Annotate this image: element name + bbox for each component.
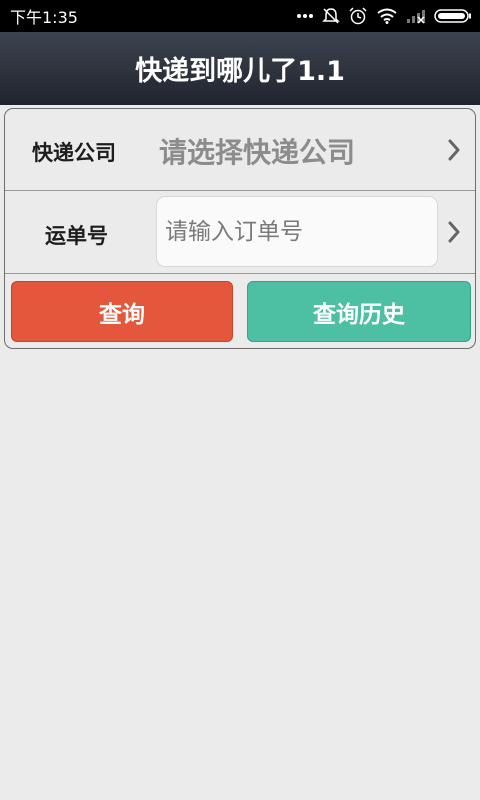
order-number-row: 运单号 [5,191,475,274]
signal-icon [406,8,426,24]
company-label: 快递公司 [32,141,116,165]
chevron-right-icon[interactable] [443,217,465,247]
alarm-icon [348,7,368,25]
notifications-off-icon [322,7,340,25]
order-number-label: 运单号 [45,224,108,248]
status-time: 下午1:35 [10,8,78,27]
battery-icon [434,8,472,24]
wifi-icon [376,8,398,24]
title-bar: 快递到哪儿了1.1 [0,32,480,105]
query-button[interactable]: 查询 [11,281,233,342]
status-icons [296,7,472,25]
query-history-button[interactable]: 查询历史 [247,281,471,342]
page-title: 快递到哪儿了1.1 [135,56,345,87]
company-select-row[interactable]: 快递公司 请选择快递公司 [5,109,475,191]
chevron-right-icon[interactable] [443,135,465,165]
status-bar: 下午1:35 [0,0,480,32]
query-form-card: 快递公司 请选择快递公司 运单号 查询 查询历史 [4,108,476,349]
company-select-value[interactable]: 请选择快递公司 [159,131,355,171]
more-dots-icon [296,13,314,19]
order-number-input[interactable] [156,196,438,267]
query-history-button-label: 查询历史 [313,301,405,328]
query-button-label: 查询 [99,301,145,328]
